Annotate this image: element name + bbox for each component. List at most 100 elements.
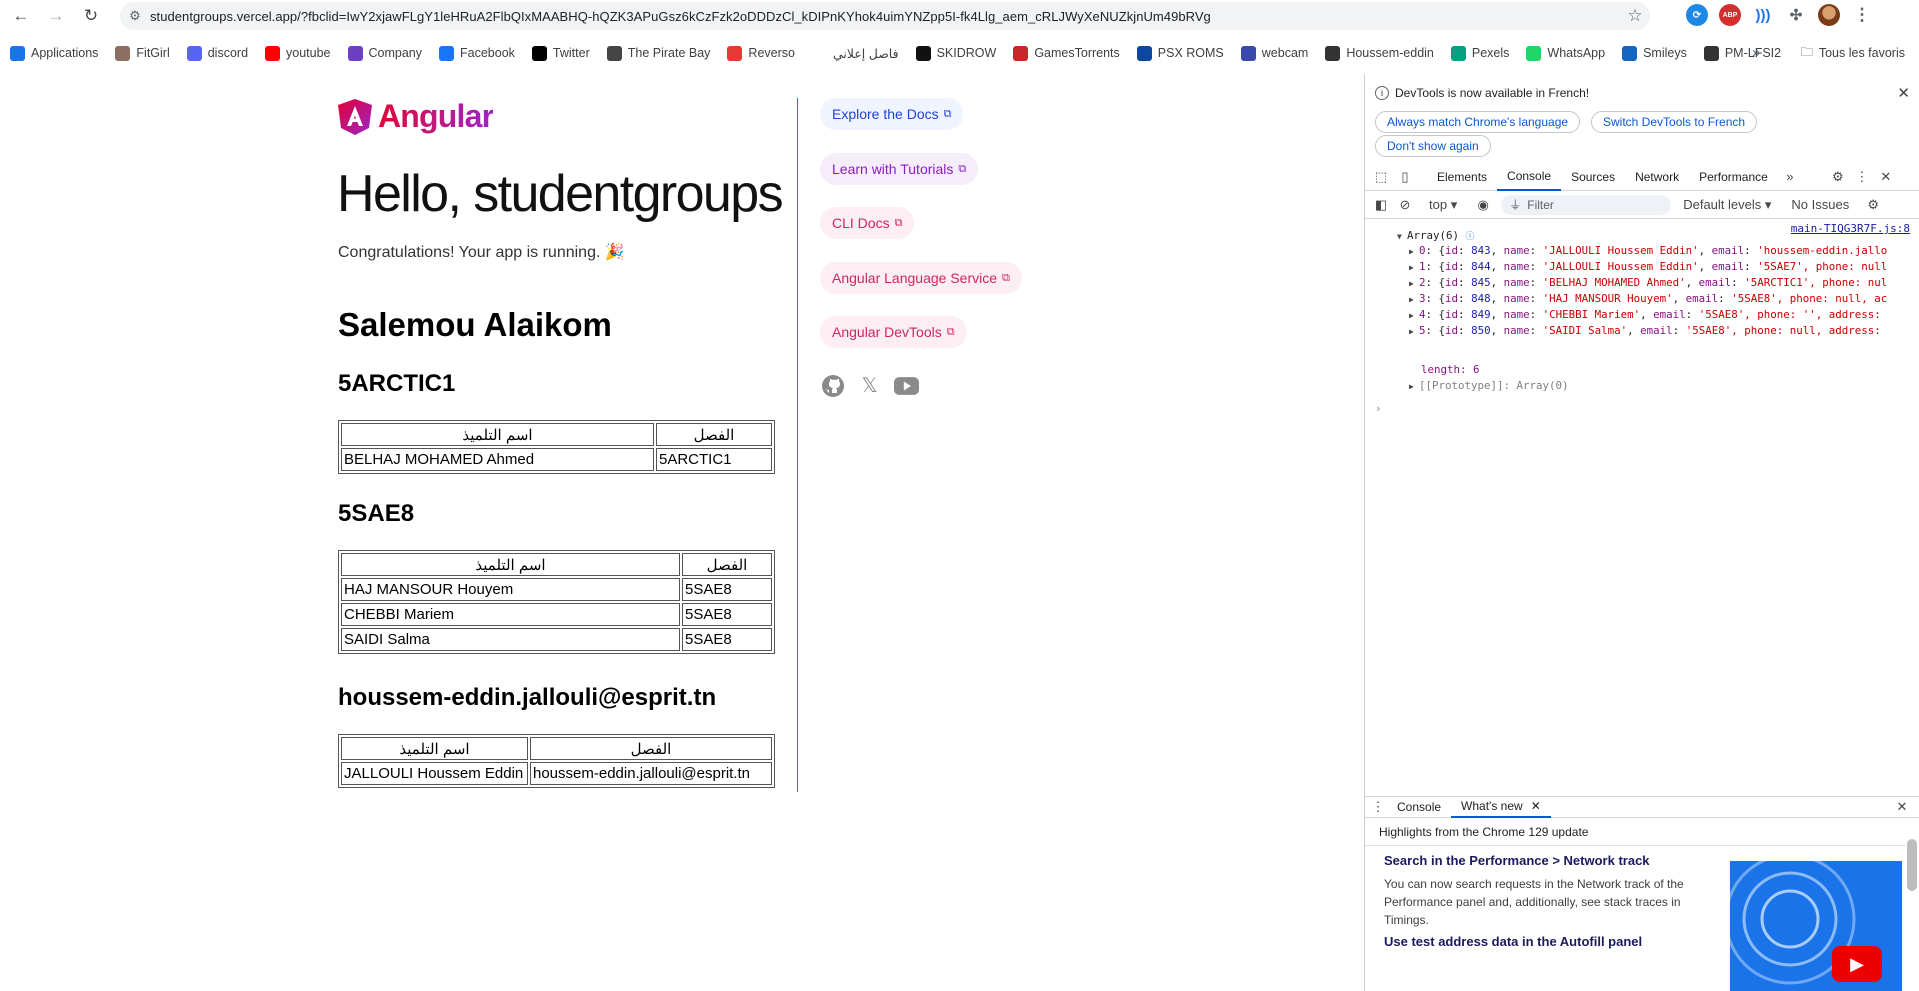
external-link-icon: ⧉ xyxy=(943,107,952,120)
bookmark-favicon-icon xyxy=(1703,45,1719,61)
bookmark-item[interactable]: discord xyxy=(186,45,248,61)
bookmark-label: Houssem-eddin xyxy=(1346,46,1434,60)
console-token: name xyxy=(1503,308,1530,321)
forward-icon[interactable]: → xyxy=(42,2,70,30)
devtools-menu-icon[interactable]: ⋮ xyxy=(1850,165,1874,189)
tab-performance[interactable]: Performance xyxy=(1689,163,1778,191)
console-token: 'SAIDI Salma' xyxy=(1542,324,1628,337)
bookmark-item[interactable]: Applications xyxy=(10,45,98,61)
extension-waves-icon[interactable]: ))) xyxy=(1752,4,1774,26)
profile-avatar[interactable] xyxy=(1818,4,1840,26)
back-icon[interactable]: ← xyxy=(7,2,35,30)
context-selector[interactable]: top ▾ xyxy=(1423,193,1463,217)
bookmark-item[interactable]: Facebook xyxy=(439,45,515,61)
whats-new-video-thumbnail[interactable]: ▶ xyxy=(1730,861,1902,991)
all-bookmarks-folder[interactable]: 🗀 Tous les favoris xyxy=(1800,40,1905,66)
cli-docs-link[interactable]: CLI Docs ⧉ xyxy=(820,207,915,239)
column-header-name: اسم التلميذ xyxy=(341,423,654,446)
console-array-entry[interactable]: ▶ 2: {id: 845, name: 'BELHAJ MOHAMED Ahme… xyxy=(1409,276,1919,289)
bookmark-item[interactable]: Smileys xyxy=(1622,45,1687,61)
bookmark-item[interactable]: PM-LFSI2 xyxy=(1703,45,1781,61)
explore-docs-link[interactable]: Explore the Docs ⧉ xyxy=(820,98,964,130)
bookmarks-overflow-icon[interactable]: » xyxy=(1752,44,1760,61)
console-array-entry[interactable]: ▶ 1: {id: 844, name: 'JALLOULI Houssem Ed… xyxy=(1409,260,1919,273)
whats-new-heading[interactable]: Search in the Performance > Network trac… xyxy=(1384,853,1650,868)
console-array-entry[interactable]: ▶ 4: {id: 849, name: 'CHEBBI Mariem', ema… xyxy=(1409,308,1919,321)
console-token: name xyxy=(1503,276,1530,289)
bookmark-item[interactable]: فاصل إعلاني xyxy=(811,45,899,61)
bookmark-favicon-icon xyxy=(1622,45,1638,61)
bookmark-item[interactable]: youtube xyxy=(265,45,331,61)
site-info-icon[interactable]: ⚙ xyxy=(120,8,150,24)
tab-console[interactable]: Console xyxy=(1497,163,1562,191)
tutorials-link[interactable]: Learn with Tutorials ⧉ xyxy=(820,153,979,185)
extensions-puzzle-icon[interactable]: ✣ xyxy=(1785,4,1807,26)
devtools-panel: i DevTools is now available in French! ✕… xyxy=(1364,74,1919,991)
info-icon: ⓘ xyxy=(1465,232,1475,242)
devtools-link[interactable]: Angular DevTools ⧉ xyxy=(820,316,967,348)
bookmark-item[interactable]: FitGirl xyxy=(115,45,170,61)
close-icon[interactable]: ✕ xyxy=(1897,84,1910,102)
extension-icon[interactable]: ⟳ xyxy=(1686,4,1708,26)
student-class-cell: 5SAE8 xyxy=(682,578,772,601)
switch-to-french-button[interactable]: Switch DevTools to French xyxy=(1591,111,1758,133)
youtube-play-icon[interactable]: ▶ xyxy=(1832,946,1882,982)
bookmark-item[interactable]: webcam xyxy=(1240,45,1308,61)
console-array-entry[interactable]: ▶ 0: {id: 843, name: 'JALLOULI Houssem Ed… xyxy=(1409,244,1919,257)
console-array-summary[interactable]: ▼ Array(6) ⓘ xyxy=(1397,229,1919,242)
scrollbar[interactable] xyxy=(1907,839,1917,891)
url-text[interactable]: studentgroups.vercel.app/?fbclid=IwY2xja… xyxy=(150,9,1620,24)
bookmark-item[interactable]: Pexels xyxy=(1450,45,1509,61)
inspect-element-icon[interactable]: ⬚ xyxy=(1369,165,1393,189)
adblock-icon[interactable]: ABP xyxy=(1719,4,1741,26)
clear-console-icon[interactable]: ⊘ xyxy=(1393,193,1417,217)
sidebar-toggle-icon[interactable]: ◧ xyxy=(1369,193,1393,217)
bookmark-item[interactable]: WhatsApp xyxy=(1526,45,1605,61)
close-devtools-icon[interactable]: ✕ xyxy=(1874,165,1898,189)
log-levels-dropdown[interactable]: Default levels ▾ xyxy=(1683,193,1771,217)
browser-menu-icon[interactable]: ⋮ xyxy=(1851,4,1873,26)
language-service-link[interactable]: Angular Language Service ⧉ xyxy=(820,262,1022,294)
console-prompt[interactable]: › xyxy=(1375,402,1915,415)
x-icon[interactable]: 𝕏 xyxy=(857,373,882,398)
youtube-icon[interactable] xyxy=(894,373,919,398)
console-token: 845 xyxy=(1471,276,1491,289)
bookmark-item[interactable]: Company xyxy=(347,45,422,61)
dont-show-again-button[interactable]: Don't show again xyxy=(1375,135,1491,157)
external-link-icon: ⧉ xyxy=(946,325,955,338)
tab-sources[interactable]: Sources xyxy=(1561,163,1625,191)
device-toolbar-icon[interactable]: ▯ xyxy=(1393,165,1417,189)
bookmark-item[interactable]: PSX ROMS xyxy=(1136,45,1224,61)
bookmark-item[interactable]: Houssem-eddin xyxy=(1325,45,1434,61)
drawer-tab-console[interactable]: Console xyxy=(1387,796,1451,818)
always-match-language-button[interactable]: Always match Chrome's language xyxy=(1375,111,1581,133)
console-filter-input[interactable]: ⏚ Filter xyxy=(1501,194,1672,215)
eye-icon[interactable]: ◉ xyxy=(1471,193,1495,217)
bookmark-item[interactable]: Twitter xyxy=(531,45,590,61)
bookmark-item[interactable]: Reverso xyxy=(727,45,795,61)
drawer-tab-whats-new[interactable]: What's new ✕ xyxy=(1451,796,1551,818)
console-array-entry[interactable]: ▶ 5: {id: 850, name: 'SAIDI Salma', email… xyxy=(1409,324,1919,337)
drawer-menu-icon[interactable]: ⋮ xyxy=(1369,795,1387,819)
settings-gear-icon[interactable]: ⚙ xyxy=(1826,165,1850,189)
more-tabs-icon[interactable]: » xyxy=(1778,165,1802,189)
console-array-entry[interactable]: ▶ 3: {id: 848, name: 'HAJ MANSOUR Houyem'… xyxy=(1409,292,1919,305)
bookmark-item[interactable]: The Pirate Bay xyxy=(606,45,710,61)
address-bar[interactable]: ⚙ studentgroups.vercel.app/?fbclid=IwY2x… xyxy=(120,2,1650,30)
bookmark-item[interactable]: SKIDROW xyxy=(915,45,996,61)
array-prototype[interactable]: ▶ [[Prototype]]: Array(0) xyxy=(1409,379,1919,392)
github-icon[interactable] xyxy=(820,373,845,398)
close-drawer-icon[interactable]: ✕ xyxy=(1890,795,1914,819)
whats-new-heading[interactable]: Use test address data in the Autofill pa… xyxy=(1384,934,1642,949)
bookmark-label: youtube xyxy=(286,46,331,60)
issues-counter[interactable]: No Issues xyxy=(1791,193,1849,217)
bookmark-star-icon[interactable]: ☆ xyxy=(1620,6,1650,26)
bookmark-item[interactable]: GamesTorrents xyxy=(1013,45,1120,61)
close-tab-icon[interactable]: ✕ xyxy=(1531,799,1541,813)
reload-icon[interactable]: ↻ xyxy=(77,2,105,30)
tab-elements[interactable]: Elements xyxy=(1427,163,1497,191)
console-settings-icon[interactable]: ⚙ xyxy=(1861,193,1885,217)
tab-network[interactable]: Network xyxy=(1625,163,1689,191)
console-token: : xyxy=(1458,244,1472,257)
student-name-cell: SAIDI Salma xyxy=(341,628,680,651)
